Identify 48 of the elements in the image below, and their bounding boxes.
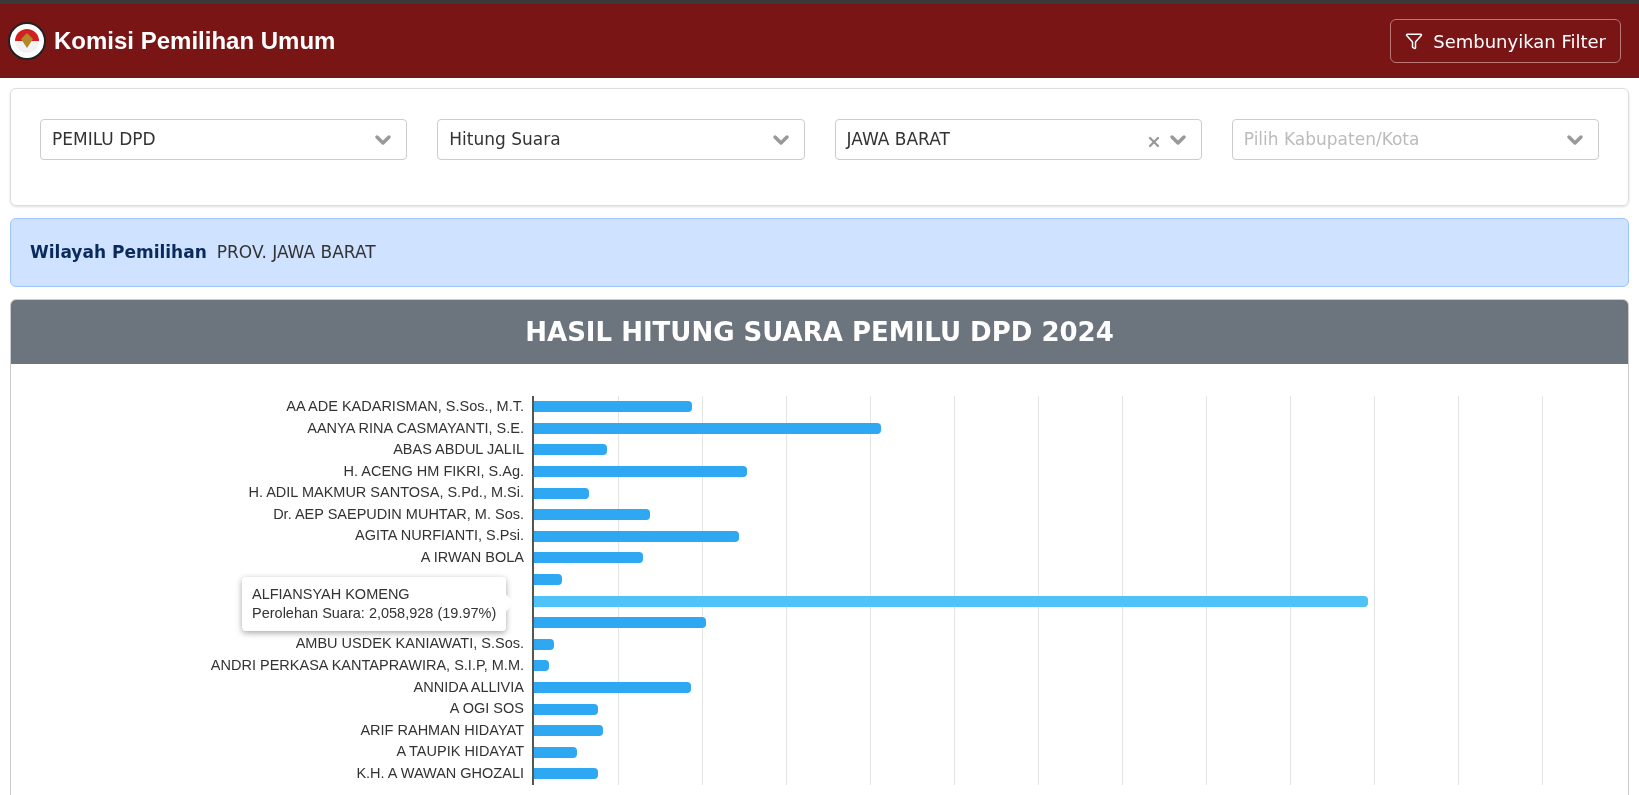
vote-bar[interactable] xyxy=(534,746,577,758)
vote-bar[interactable] xyxy=(534,660,549,672)
vote-bar[interactable] xyxy=(534,422,881,434)
candidate-label: AA ADE KADARISMAN, S.Sos., M.T. xyxy=(286,396,524,416)
vote-bar[interactable] xyxy=(534,768,598,780)
candidate-label: A OGI SOS xyxy=(449,699,524,719)
select-value: Hitung Suara xyxy=(449,127,562,151)
vote-bar[interactable] xyxy=(534,509,650,521)
candidate-label: ANNIDA ALLIVIA xyxy=(413,677,524,697)
vote-bar[interactable] xyxy=(534,552,643,564)
candidate-label: ARIF RAHMAN HIDAYAT xyxy=(360,720,524,740)
select-placeholder: Pilih Kabupaten/Kota xyxy=(1243,127,1421,151)
candidate-label: AGITA NURFIANTI, S.Psi. xyxy=(355,526,524,546)
vote-bar[interactable] xyxy=(534,725,603,737)
select-field[interactable]: PEMILU DPD xyxy=(40,119,408,160)
vote-bar[interactable] xyxy=(534,466,747,478)
candidate-label: A TAUPIK HIDAYAT xyxy=(396,742,524,762)
vote-bar[interactable] xyxy=(534,444,607,456)
candidate-label: H. ACENG HM FIKRI, S.Ag. xyxy=(343,461,524,481)
select-field[interactable]: Hitung Suara xyxy=(437,119,805,160)
tooltip-title: ALFIANSYAH KOMENG xyxy=(252,585,411,605)
candidate-label: ANDRI PERKASA KANTAPRAWIRA, S.I.P, M.M. xyxy=(210,656,524,676)
candidate-label: ABAS ABDUL JALIL xyxy=(393,440,524,460)
hide-filter-button[interactable]: Sembunyikan Filter xyxy=(1390,19,1621,63)
vote-bar[interactable] xyxy=(534,638,554,650)
candidate-label: A IRWAN BOLA xyxy=(420,548,524,568)
vote-bar[interactable] xyxy=(534,703,598,715)
region-value: PROV. JAWA BARAT xyxy=(216,240,376,264)
candidate-label: K.H. A WAWAN GHOZALI xyxy=(356,764,524,783)
vote-bar[interactable] xyxy=(534,487,589,499)
tooltip-text: Perolehan Suara: 2,058,928 (19.97%) xyxy=(252,604,497,624)
chart-title: HASIL HITUNG SUARA PEMILU DPD 2024 xyxy=(525,315,1114,349)
vote-bar[interactable] xyxy=(534,595,1368,607)
candidate-label: Dr. AEP SAEPUDIN MUHTAR, M. Sos. xyxy=(273,504,524,524)
select-value: JAWA BARAT xyxy=(846,127,951,151)
select-value: PEMILU DPD xyxy=(52,127,157,151)
vote-bar[interactable] xyxy=(534,617,706,629)
vote-bar[interactable] xyxy=(534,574,562,586)
vote-bar[interactable] xyxy=(534,530,739,542)
filter-icon xyxy=(1405,32,1424,50)
select-field[interactable]: JAWA BARAT xyxy=(834,119,1202,160)
candidate-label: AANYA RINA CASMAYANTI, S.E. xyxy=(307,418,524,438)
candidate-label: AMBU USDEK KANIAWATI, S.Sos. xyxy=(295,634,524,654)
vote-bar[interactable] xyxy=(534,401,692,413)
region-label: Wilayah Pemilihan xyxy=(30,240,207,264)
emblem-icon xyxy=(8,22,46,60)
candidate-label: H. ADIL MAKMUR SANTOSA, S.Pd., M.Si. xyxy=(248,483,524,503)
site-title: Komisi Pemilihan Umum xyxy=(54,26,336,56)
